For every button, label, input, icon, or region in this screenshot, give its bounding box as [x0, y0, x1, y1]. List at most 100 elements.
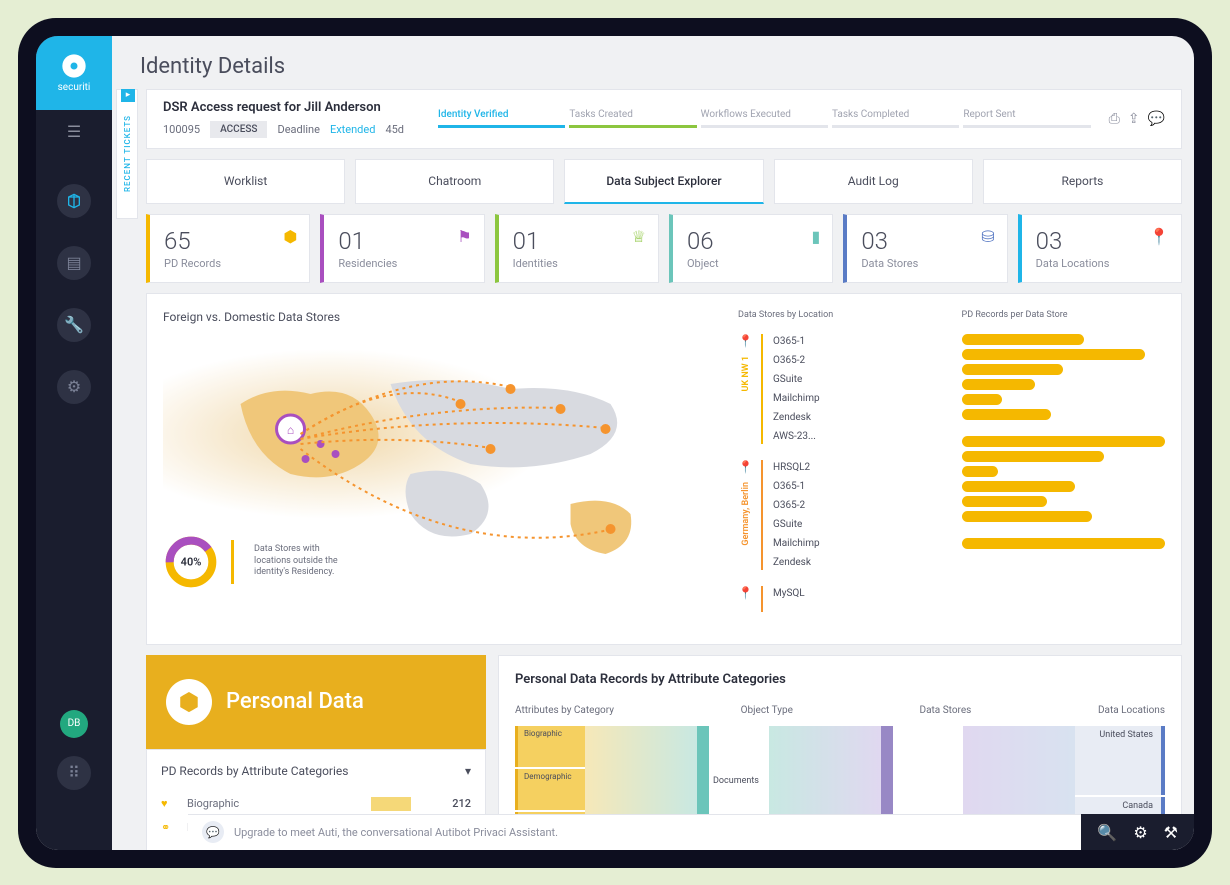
bar: [962, 394, 1003, 405]
dsr-id: 100095: [163, 123, 200, 136]
ds-item[interactable]: Mailchimp: [773, 536, 942, 551]
recent-tickets-toggle[interactable]: ▸ RECENT TICKETS: [116, 89, 138, 219]
hexagon-icon: ⬢: [166, 679, 212, 725]
dsr-info: DSR Access request for Jill Anderson 100…: [163, 100, 404, 138]
pd-subtitle: PD Records by Attribute Categories: [161, 764, 348, 778]
ds-item[interactable]: Zendesk: [773, 555, 942, 570]
bar: [962, 334, 1084, 345]
bar: [962, 436, 1165, 447]
nav-wrench-icon[interactable]: 🔧: [57, 308, 91, 342]
hamburger-icon[interactable]: ☰: [36, 110, 112, 154]
category-icon: ⚭: [161, 821, 177, 834]
ds-list: HRSQL2 O365-1 O365-2 GSuite Mailchimp Zendesk: [761, 460, 942, 570]
ds-item[interactable]: GSuite: [773, 517, 942, 532]
share-icon[interactable]: ⇪: [1128, 111, 1140, 127]
sidebar: securiti ☰ ▤ 🔧 ⚙ DB ⠿: [36, 36, 112, 850]
pd-title: Personal Data: [226, 689, 364, 714]
barcode-icon: ▮: [812, 227, 821, 246]
ds-group: 📍 Germany, Berlin HRSQL2 O365-1 O365-2 GSuite…: [738, 460, 941, 570]
bar: [962, 349, 1145, 360]
pin-icon: 📍: [738, 460, 753, 474]
donut-pct: 40%: [181, 555, 202, 568]
app-screen: securiti ☰ ▤ 🔧 ⚙ DB ⠿ Identity Details ▸…: [36, 36, 1194, 850]
nav-grid-icon[interactable]: ▤: [57, 246, 91, 280]
bar: [962, 511, 1092, 522]
nav-apps-icon[interactable]: ⠿: [57, 756, 91, 790]
search-icon[interactable]: 🔍: [1097, 823, 1117, 842]
content-main: DSR Access request for Jill Anderson 100…: [146, 89, 1182, 850]
chevron-right-icon[interactable]: ▸: [121, 89, 135, 102]
pd-row[interactable]: ♥Biographic212: [161, 792, 471, 816]
pin-icon: 📍: [738, 334, 753, 348]
main-content: Identity Details ▸ RECENT TICKETS DSR Ac…: [112, 36, 1194, 850]
progress-step: Tasks Completed: [832, 109, 963, 128]
hammer-icon[interactable]: ⚒: [1164, 823, 1178, 842]
stat-data-locations[interactable]: 03Data Locations📍: [1018, 214, 1182, 283]
nav-gear-icon[interactable]: ⚙: [57, 370, 91, 404]
stat-residencies[interactable]: 01Residencies⚑: [320, 214, 484, 283]
ds-item[interactable]: O365-1: [773, 334, 942, 349]
dsr-meta: 100095 ACCESS Deadline Extended 45d: [163, 121, 404, 138]
page-title: Identity Details: [112, 36, 1194, 89]
footer-text: Upgrade to meet Auti, the conversational…: [234, 826, 1071, 839]
bar: [962, 364, 1064, 375]
flag-icon: ⚑: [457, 227, 471, 246]
progress-step: Report Sent: [963, 109, 1094, 128]
ds-item[interactable]: MySQL: [773, 586, 942, 601]
bar: [962, 496, 1047, 507]
ds-item[interactable]: HRSQL2: [773, 460, 942, 475]
dsr-header-card: DSR Access request for Jill Anderson 100…: [146, 89, 1182, 149]
footer-bar: 💬 Upgrade to meet Auti, the conversation…: [188, 814, 1194, 850]
progress-step: Identity Verified: [438, 109, 569, 128]
chat-icon[interactable]: 💬: [202, 821, 224, 843]
map-right: Data Stores by Location 📍UK NW 1O365-1O3…: [738, 310, 1165, 628]
svg-text:⌂: ⌂: [287, 423, 294, 437]
ds-item[interactable]: AWS-23...: [773, 429, 942, 444]
ds-list: O365-1 O365-2 GSuite Mailchimp Zendesk AWS-23…: [761, 334, 942, 444]
ds-item[interactable]: O365-2: [773, 498, 942, 513]
brand-logo[interactable]: securiti: [36, 36, 112, 110]
tab-reports[interactable]: Reports: [983, 159, 1182, 204]
chevron-down-icon[interactable]: ▾: [465, 764, 471, 778]
comment-icon[interactable]: 💬: [1148, 111, 1165, 127]
dsr-title: DSR Access request for Jill Anderson: [163, 100, 404, 115]
tab-audit-log[interactable]: Audit Log: [774, 159, 973, 204]
ds-item[interactable]: Zendesk: [773, 410, 942, 425]
tabs-row: Worklist Chatroom Data Subject Explorer …: [146, 159, 1182, 204]
category-name: Biographic: [187, 797, 361, 810]
category-icon: ♥: [161, 797, 177, 810]
ds-item[interactable]: Mailchimp: [773, 391, 942, 406]
datastores-col: Data Stores by Location 📍UK NW 1O365-1O3…: [738, 310, 941, 628]
sidebar-bottom: DB ⠿: [57, 710, 91, 790]
pd-subtitle-row[interactable]: PD Records by Attribute Categories ▾: [161, 764, 471, 778]
sliders-icon[interactable]: ⚙: [1133, 823, 1147, 842]
database-icon: ⛁: [981, 227, 994, 246]
stat-pd-records[interactable]: 65PD Records⬢: [146, 214, 310, 283]
download-icon[interactable]: ⎙: [1109, 111, 1120, 127]
dsr-progress: Identity Verified Tasks Created Workflow…: [438, 109, 1095, 128]
bar: [962, 466, 999, 477]
bar: [962, 481, 1076, 492]
ds-item[interactable]: O365-2: [773, 353, 942, 368]
deadline-days: 45d: [385, 123, 404, 136]
region-label: Germany, Berlin: [741, 478, 751, 550]
sankey-title: Personal Data Records by Attribute Categ…: [515, 672, 1165, 687]
world-map[interactable]: ⌂: [163, 334, 718, 584]
nav-cube-icon[interactable]: [57, 184, 91, 218]
tab-data-subject-explorer[interactable]: Data Subject Explorer: [564, 159, 763, 204]
sankey-headers: Attributes by Category Object Type Data …: [515, 705, 1165, 716]
tab-worklist[interactable]: Worklist: [146, 159, 345, 204]
col-header: PD Records per Data Store: [962, 310, 1165, 320]
user-avatar[interactable]: DB: [60, 710, 88, 738]
bar: [962, 538, 1165, 549]
stat-data-stores[interactable]: 03Data Stores⛁: [843, 214, 1007, 283]
map-left: Foreign vs. Domestic Data Stores ⌂: [163, 310, 718, 628]
stat-object[interactable]: 06Object▮: [669, 214, 833, 283]
ds-item[interactable]: O365-1: [773, 479, 942, 494]
ds-group: 📍UK NW 1O365-1O365-2GSuiteMailchimpZende…: [738, 334, 941, 444]
map-card: Foreign vs. Domestic Data Stores ⌂: [146, 293, 1182, 645]
ds-item[interactable]: GSuite: [773, 372, 942, 387]
tab-chatroom[interactable]: Chatroom: [355, 159, 554, 204]
footer-tools: 🔍 ⚙ ⚒: [1081, 814, 1194, 850]
stat-identities[interactable]: 01Identities♕: [495, 214, 659, 283]
